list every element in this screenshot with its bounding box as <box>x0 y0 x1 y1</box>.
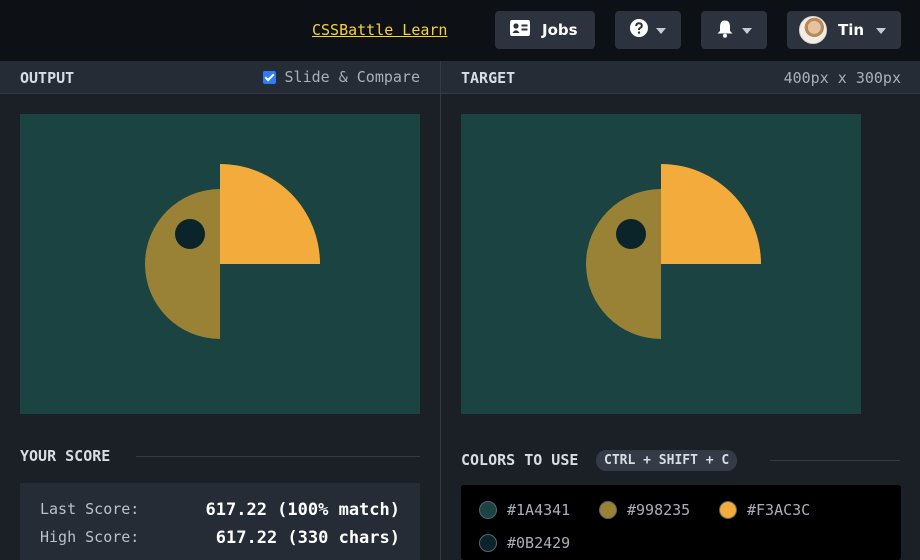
color-swatch <box>479 534 497 552</box>
slide-compare-checkbox[interactable] <box>262 70 276 84</box>
eye-dot <box>175 219 205 249</box>
eye-dot <box>616 219 646 249</box>
score-title: YOUR SCORE <box>20 447 111 465</box>
user-menu-button[interactable]: Tin <box>787 11 901 49</box>
color-hex-label: #1A4341 <box>507 501 571 519</box>
color-swatch-item[interactable]: #998235 <box>599 501 690 519</box>
colors-title: COLORS TO USE <box>461 451 579 469</box>
question-circle-icon <box>630 19 648 41</box>
id-card-icon <box>510 20 530 40</box>
avatar <box>799 16 827 44</box>
color-swatch <box>599 501 617 519</box>
high-score-row: High Score: 617.22 (330 chars) <box>40 528 400 548</box>
last-score-value: 617.22 (100% match) <box>205 500 400 520</box>
user-name: Tin <box>838 21 865 39</box>
copy-colors-shortcut-badge: CTRL + SHIFT + C <box>596 450 738 471</box>
olive-half-circle <box>145 189 220 339</box>
top-nav: CSSBattle Learn Jobs Tin <box>0 0 920 61</box>
score-box: Last Score: 617.22 (100% match) High Sco… <box>20 483 420 560</box>
target-header: TARGET 400px x 300px <box>441 61 920 94</box>
chevron-down-icon <box>656 28 666 34</box>
color-hex-label: #F3AC3C <box>747 501 811 519</box>
chevron-down-icon <box>742 28 752 34</box>
colors-palette: #1A4341 #998235 #F3AC3C #0B2429 <box>461 485 901 560</box>
target-canvas <box>461 114 861 414</box>
color-hex-label: #998235 <box>627 501 691 519</box>
color-swatch-item[interactable]: #F3AC3C <box>719 501 810 519</box>
jobs-label: Jobs <box>542 21 578 39</box>
olive-half-circle <box>586 189 661 339</box>
color-swatch <box>479 501 497 519</box>
help-menu-button[interactable] <box>615 11 681 49</box>
last-score-row: Last Score: 617.22 (100% match) <box>40 500 400 520</box>
color-swatch-item[interactable]: #1A4341 <box>479 501 570 519</box>
last-score-label: Last Score: <box>40 500 140 518</box>
high-score-label: High Score: <box>40 528 140 546</box>
output-canvas[interactable] <box>20 114 420 414</box>
color-swatch-item[interactable]: #0B2429 <box>479 534 570 552</box>
output-title: OUTPUT <box>20 69 75 87</box>
slide-compare-label: Slide & Compare <box>284 68 420 86</box>
jobs-button[interactable]: Jobs <box>495 11 595 49</box>
panel-divider[interactable] <box>440 61 441 560</box>
colors-divider <box>770 460 900 461</box>
orange-quarter-circle <box>220 164 320 264</box>
bell-icon <box>716 19 734 42</box>
output-header: OUTPUT Slide & Compare <box>0 61 440 94</box>
orange-quarter-circle <box>661 164 761 264</box>
color-hex-label: #0B2429 <box>507 534 571 552</box>
target-title: TARGET <box>461 69 516 87</box>
target-dimensions: 400px x 300px <box>783 69 901 87</box>
chevron-down-icon <box>876 28 886 34</box>
notifications-button[interactable] <box>701 11 767 49</box>
slide-compare-toggle[interactable]: Slide & Compare <box>262 68 420 86</box>
cssbattle-learn-link[interactable]: CSSBattle Learn <box>312 21 447 39</box>
color-swatch <box>719 501 737 519</box>
high-score-value: 617.22 (330 chars) <box>215 528 400 548</box>
score-divider <box>136 456 420 457</box>
